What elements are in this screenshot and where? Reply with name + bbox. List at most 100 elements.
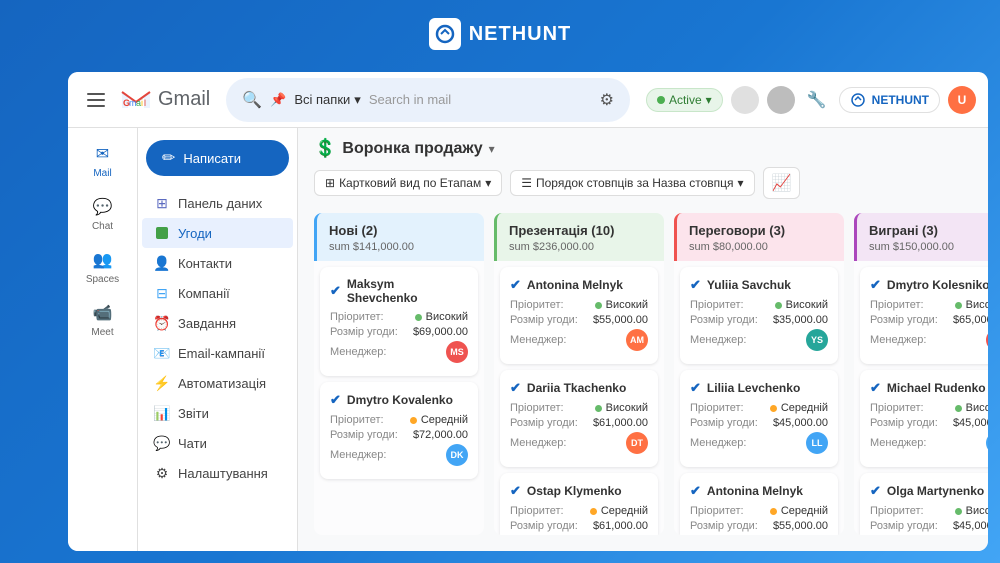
priority-label: Пріоритет: <box>510 299 564 311</box>
search-bar[interactable]: 🔍 📌 Всі папки ▾ Search in mail ⚙ <box>226 78 630 122</box>
deal-card[interactable]: ✔ Antonina Melnyk Пріоритет: Середній Ро… <box>680 473 838 535</box>
panel-title-chevron[interactable]: ▾ <box>489 142 495 156</box>
circle-button-1[interactable] <box>731 86 759 114</box>
settings-icon: ⚙ <box>154 465 170 481</box>
manager-label: Менеджер: <box>510 334 566 346</box>
priority-label: Пріоритет: <box>690 299 744 311</box>
size-label: Розмір угоди: <box>870 417 938 429</box>
view-icon: ⊞ <box>325 176 335 190</box>
card-name-text: Antonina Melnyk <box>527 278 623 292</box>
apps-icon[interactable]: 🔧 <box>803 86 831 114</box>
manager-avatar: MS <box>446 341 468 363</box>
nav-tasks[interactable]: ⏰ Завдання <box>142 308 293 338</box>
nav-companies[interactable]: ⊟ Компанії <box>142 278 293 308</box>
size-label: Розмір угоди: <box>870 314 938 326</box>
nav-automation[interactable]: ⚡ Автоматизація <box>142 368 293 398</box>
nav-settings[interactable]: ⚙ Налаштування <box>142 458 293 488</box>
tasks-icon: ⏰ <box>154 315 170 331</box>
manager-label: Менеджер: <box>510 437 566 449</box>
panel-title: Воронка продажу <box>342 140 482 158</box>
sort-chevron: ▾ <box>737 176 743 190</box>
manager-label: Менеджер: <box>870 437 926 449</box>
kanban-board: Нові (2) sum $141,000.00 ✔ Maksym Shevch… <box>298 213 988 551</box>
priority-value: Високий <box>955 299 988 311</box>
column-title: Презентація (10) <box>509 223 652 238</box>
gmail-header: G m a i l Gmail 🔍 📌 Всі папки ▾ Search i… <box>68 72 988 128</box>
manager-avatar: DK <box>986 329 988 351</box>
nethunt-sidebar: ✏ Написати ⊞ Панель даних Угоди 👤 Контак… <box>138 128 298 551</box>
all-folders-dropdown[interactable]: Всі папки ▾ <box>294 92 360 108</box>
check-icon: ✔ <box>330 283 341 299</box>
sidebar-meet[interactable]: 📹 Meet <box>75 295 131 344</box>
priority-label: Пріоритет: <box>330 311 384 323</box>
circle-button-2[interactable] <box>767 86 795 114</box>
deal-card[interactable]: ✔ Dmytro Kovalenko Пріоритет: Середній Р… <box>320 382 478 479</box>
user-avatar[interactable]: U <box>948 86 976 114</box>
priority-label: Пріоритет: <box>870 505 924 517</box>
sidebar-mail[interactable]: ✉ Mail <box>75 136 131 185</box>
deal-card[interactable]: ✔ Dmytro Kolesnikov Пріоритет: Високий Р… <box>860 267 988 364</box>
size-label: Розмір угоди: <box>510 520 578 532</box>
size-value: $65,000.00 <box>953 314 988 326</box>
panel-header: 💲 Воронка продажу ▾ ⊞ Картковий вид по Е… <box>298 128 988 213</box>
priority-value: Високий <box>955 402 988 414</box>
cards-container: ✔ Dmytro Kolesnikov Пріоритет: Високий Р… <box>854 261 988 535</box>
nethunt-logo-button[interactable]: NETHUNT <box>839 87 940 113</box>
manager-label: Менеджер: <box>690 334 746 346</box>
card-name-text: Olga Martynenko <box>887 484 984 498</box>
sidebar-chat[interactable]: 💬 Chat <box>75 189 131 238</box>
filter-icon[interactable]: ⚙ <box>600 90 614 110</box>
nav-deals[interactable]: Угоди <box>142 218 293 248</box>
priority-label: Пріоритет: <box>330 414 384 426</box>
nav-chats[interactable]: 💬 Чати <box>142 428 293 458</box>
deal-card[interactable]: ✔ Maksym Shevchenko Пріоритет: Високий Р… <box>320 267 478 376</box>
column-sum: sum $150,000.00 <box>869 241 988 253</box>
deal-card[interactable]: ✔ Liliia Levchenko Пріоритет: Середній Р… <box>680 370 838 467</box>
nethunt-brand-bar: NETHUNT <box>0 0 1000 68</box>
card-name-text: Antonina Melnyk <box>707 484 803 498</box>
status-badge[interactable]: Active ▾ <box>646 88 723 112</box>
svg-text:l: l <box>144 98 146 108</box>
deal-card[interactable]: ✔ Antonina Melnyk Пріоритет: Високий Роз… <box>500 267 658 364</box>
nav-reports[interactable]: 📊 Звіти <box>142 398 293 428</box>
manager-label: Менеджер: <box>330 346 386 358</box>
manager-avatar: AM <box>626 329 648 351</box>
check-icon: ✔ <box>330 392 341 408</box>
compose-button[interactable]: ✏ Написати <box>146 140 289 176</box>
column-title: Переговори (3) <box>689 223 832 238</box>
sort-button[interactable]: ☰ Порядок стовпців за Назва стовпця ▾ <box>510 170 754 196</box>
nav-contacts[interactable]: 👤 Контакти <box>142 248 293 278</box>
main-panel: 💲 Воронка продажу ▾ ⊞ Картковий вид по Е… <box>298 128 988 551</box>
cards-container: ✔ Yuliia Savchuk Пріоритет: Високий Розм… <box>674 261 844 535</box>
priority-dot <box>595 405 602 412</box>
size-value: $69,000.00 <box>413 326 468 338</box>
chart-button[interactable]: 📈 <box>763 167 801 199</box>
priority-label: Пріоритет: <box>870 402 924 414</box>
gmail-logo: G m a i l Gmail <box>120 88 210 112</box>
check-icon: ✔ <box>690 277 701 293</box>
deal-card[interactable]: ✔ Yuliia Savchuk Пріоритет: Високий Розм… <box>680 267 838 364</box>
size-label: Розмір угоди: <box>690 520 758 532</box>
kanban-column-presentation: Презентація (10) sum $236,000.00 ✔ Anton… <box>494 213 664 535</box>
nav-dashboard[interactable]: ⊞ Панель даних <box>142 188 293 218</box>
priority-label: Пріоритет: <box>690 505 744 517</box>
cards-container: ✔ Maksym Shevchenko Пріоритет: Високий Р… <box>314 261 484 535</box>
deal-card[interactable]: ✔ Ostap Klymenko Пріоритет: Середній Роз… <box>500 473 658 535</box>
check-icon: ✔ <box>690 483 701 499</box>
deal-card[interactable]: ✔ Dariia Tkachenko Пріоритет: Високий Ро… <box>500 370 658 467</box>
size-label: Розмір угоди: <box>330 429 398 441</box>
panel-title-row: 💲 Воронка продажу ▾ <box>314 138 972 159</box>
column-sum: sum $80,000.00 <box>689 241 832 253</box>
pipeline-icon: 💲 <box>314 138 336 159</box>
search-icon: 🔍 <box>242 90 262 110</box>
priority-value: Високий <box>595 402 648 414</box>
sidebar-spaces[interactable]: 👥 Spaces <box>75 242 131 291</box>
deal-card[interactable]: ✔ Michael Rudenko Пріоритет: Високий Роз… <box>860 370 988 467</box>
priority-value: Середній <box>410 414 468 426</box>
toolbar-row: ⊞ Картковий вид по Етапам ▾ ☰ Порядок ст… <box>314 167 972 199</box>
hamburger-button[interactable] <box>80 84 112 116</box>
deal-card[interactable]: ✔ Olga Martynenko Пріоритет: Високий Роз… <box>860 473 988 535</box>
nav-email-campaigns[interactable]: 📧 Email-кампанії <box>142 338 293 368</box>
view-button[interactable]: ⊞ Картковий вид по Етапам ▾ <box>314 170 502 196</box>
pin-icon: 📌 <box>270 92 286 108</box>
